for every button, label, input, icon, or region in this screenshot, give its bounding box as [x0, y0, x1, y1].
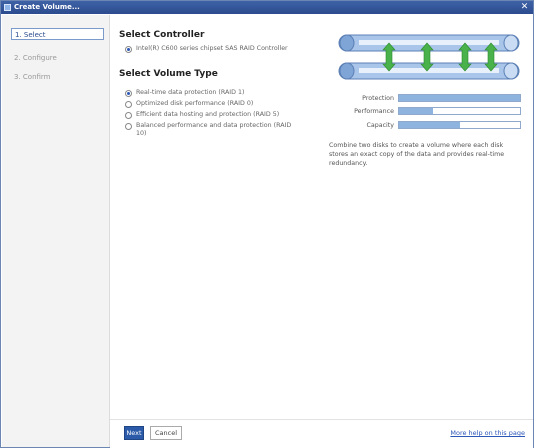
performance-label: Performance [354, 108, 394, 115]
raid1-label: Real-time data protection (RAID 1) [136, 89, 245, 96]
raid10-label-line2: 10) [136, 130, 147, 137]
close-icon[interactable]: ✕ [519, 2, 530, 12]
next-button[interactable]: Next [124, 426, 144, 440]
volume-option-raid1[interactable]: Real-time data protection (RAID 1) [125, 89, 244, 98]
controller-radio[interactable] [125, 46, 132, 53]
capacity-label: Capacity [366, 122, 394, 129]
raid0-label: Optimized disk performance (RAID 0) [136, 100, 254, 107]
controller-label: Intel(R) C600 series chipset SAS RAID Co… [136, 45, 288, 52]
select-controller-heading: Select Controller [119, 30, 205, 40]
help-link[interactable]: More help on this page [450, 429, 525, 437]
raid0-radio[interactable] [125, 101, 132, 108]
create-volume-window: Create Volume... ✕ 1. Select 2. Configur… [0, 0, 534, 448]
controller-option[interactable]: Intel(R) C600 series chipset SAS RAID Co… [125, 45, 288, 54]
raid1-radio[interactable] [125, 90, 132, 97]
volume-option-raid0[interactable]: Optimized disk performance (RAID 0) [125, 100, 253, 109]
raid10-label: Balanced performance and data protection… [136, 122, 291, 138]
wizard-steps-sidebar: 1. Select 2. Configure 3. Confirm [2, 15, 110, 447]
step-configure[interactable]: 2. Configure [11, 52, 104, 64]
raid10-label-line1: Balanced performance and data protection… [136, 122, 292, 129]
capacity-meter [398, 121, 521, 129]
select-volume-type-heading: Select Volume Type [119, 69, 218, 79]
volume-type-description: Combine two disks to create a volume whe… [329, 142, 505, 167]
protection-label: Protection [362, 95, 394, 102]
volume-option-raid5[interactable]: Efficient data hosting and protection (R… [125, 111, 279, 120]
step-confirm[interactable]: 3. Confirm [11, 71, 104, 83]
protection-meter [398, 94, 521, 102]
title-bar: Create Volume... ✕ [1, 1, 533, 14]
raid5-label: Efficient data hosting and protection (R… [136, 111, 280, 118]
step-select[interactable]: 1. Select [11, 28, 104, 40]
wizard-footer: Next Cancel More help on this page [110, 419, 533, 448]
protection-meter-fill [399, 95, 520, 101]
capacity-meter-fill [399, 122, 460, 128]
volume-option-raid10[interactable]: Balanced performance and data protection… [125, 122, 291, 140]
raid5-radio[interactable] [125, 112, 132, 119]
app-icon [4, 4, 11, 11]
raid10-radio[interactable] [125, 123, 132, 130]
window-title: Create Volume... [14, 3, 80, 11]
performance-meter-fill [399, 108, 433, 114]
performance-meter [398, 107, 521, 115]
raid-disks-illustration [338, 34, 520, 80]
cancel-button[interactable]: Cancel [150, 426, 182, 440]
